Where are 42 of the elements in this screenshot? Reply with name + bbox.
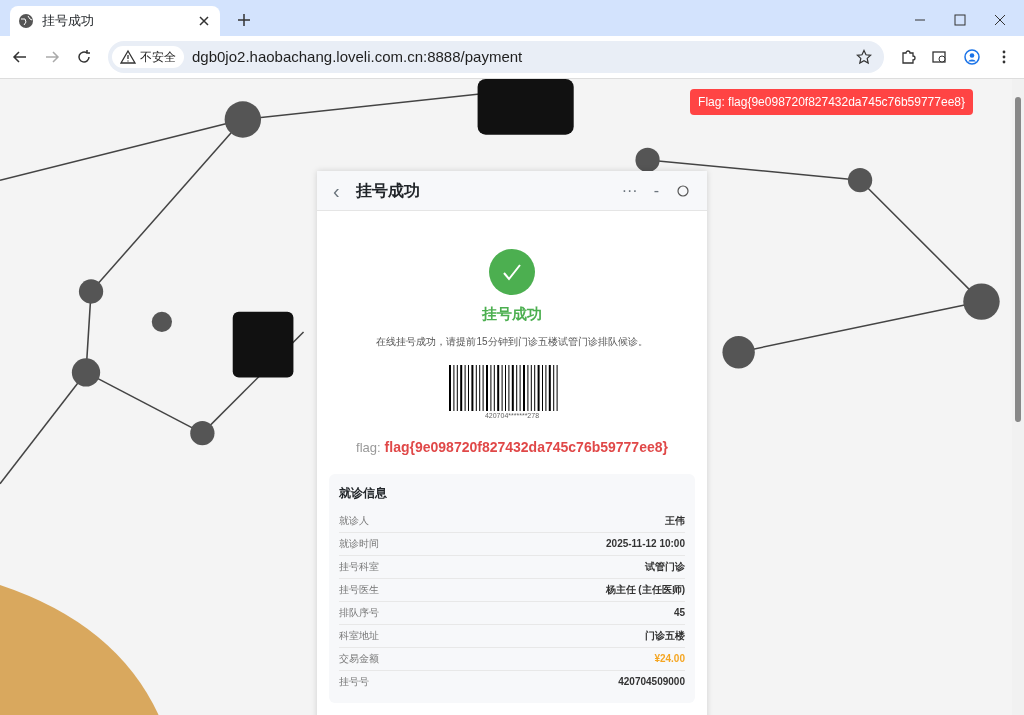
tab-title: 挂号成功 — [42, 12, 95, 31]
info-label: 挂号医生 — [339, 583, 379, 597]
info-label: 交易金额 — [339, 652, 379, 666]
info-value: 门诊五楼 — [645, 629, 685, 643]
info-label: 就诊时间 — [339, 537, 379, 551]
reload-icon[interactable] — [76, 49, 92, 65]
back-arrow-icon[interactable] — [12, 49, 28, 65]
info-value: 杨主任 (主任医师) — [605, 583, 685, 597]
info-value: ¥24.00 — [654, 652, 685, 666]
info-value: 试管门诊 — [645, 560, 685, 574]
info-label: 科室地址 — [339, 629, 379, 643]
circle-icon[interactable] — [675, 182, 691, 199]
info-label: 就诊人 — [339, 514, 369, 528]
info-value: 王伟 — [665, 514, 685, 528]
back-button[interactable]: ‹ — [333, 175, 340, 206]
security-label: 不安全 — [140, 49, 176, 66]
flag-label: flag: — [356, 439, 381, 457]
more-button[interactable]: ··· — [621, 178, 638, 203]
success-check-icon — [489, 249, 535, 295]
page-title: 挂号成功 — [355, 180, 421, 201]
puzzle-icon[interactable] — [900, 49, 916, 65]
star-icon[interactable] — [856, 49, 872, 65]
flag-value: flag{9e098720f827432da745c76b59777ee8} — [384, 438, 668, 457]
info-value: 420704509000 — [618, 675, 685, 689]
maximize-icon[interactable] — [952, 12, 968, 28]
info-label: 排队序号 — [339, 606, 379, 620]
minimize-button[interactable]: - — [653, 178, 659, 203]
warning-icon — [120, 49, 136, 65]
success-title: 挂号成功 — [482, 304, 542, 324]
browser-tab[interactable]: 挂号成功 — [10, 6, 220, 36]
close-icon[interactable] — [992, 12, 1008, 28]
success-message: 在线挂号成功，请提前15分钟到门诊五楼试管门诊排队候诊。 — [376, 334, 648, 349]
info-label: 挂号科室 — [339, 560, 379, 574]
info-title: 就诊信息 — [339, 485, 388, 502]
info-value: 2025-11-12 10:00 — [606, 537, 685, 551]
flag-notification: Flag: flag{9e098720f827432da745c76b59777ee8} — [690, 89, 973, 115]
address-bar[interactable]: 不安全 dgb0jo2.haobachang.loveli.com.cn:8888/payment — [108, 41, 884, 73]
info-value: 45 — [673, 606, 685, 620]
new-tab-icon[interactable] — [236, 12, 252, 28]
url-text: dgb0jo2.haobachang.loveli.com.cn:8888/payment — [192, 46, 524, 67]
info-label: 挂号号 — [339, 675, 369, 689]
profile-icon[interactable] — [964, 49, 980, 65]
